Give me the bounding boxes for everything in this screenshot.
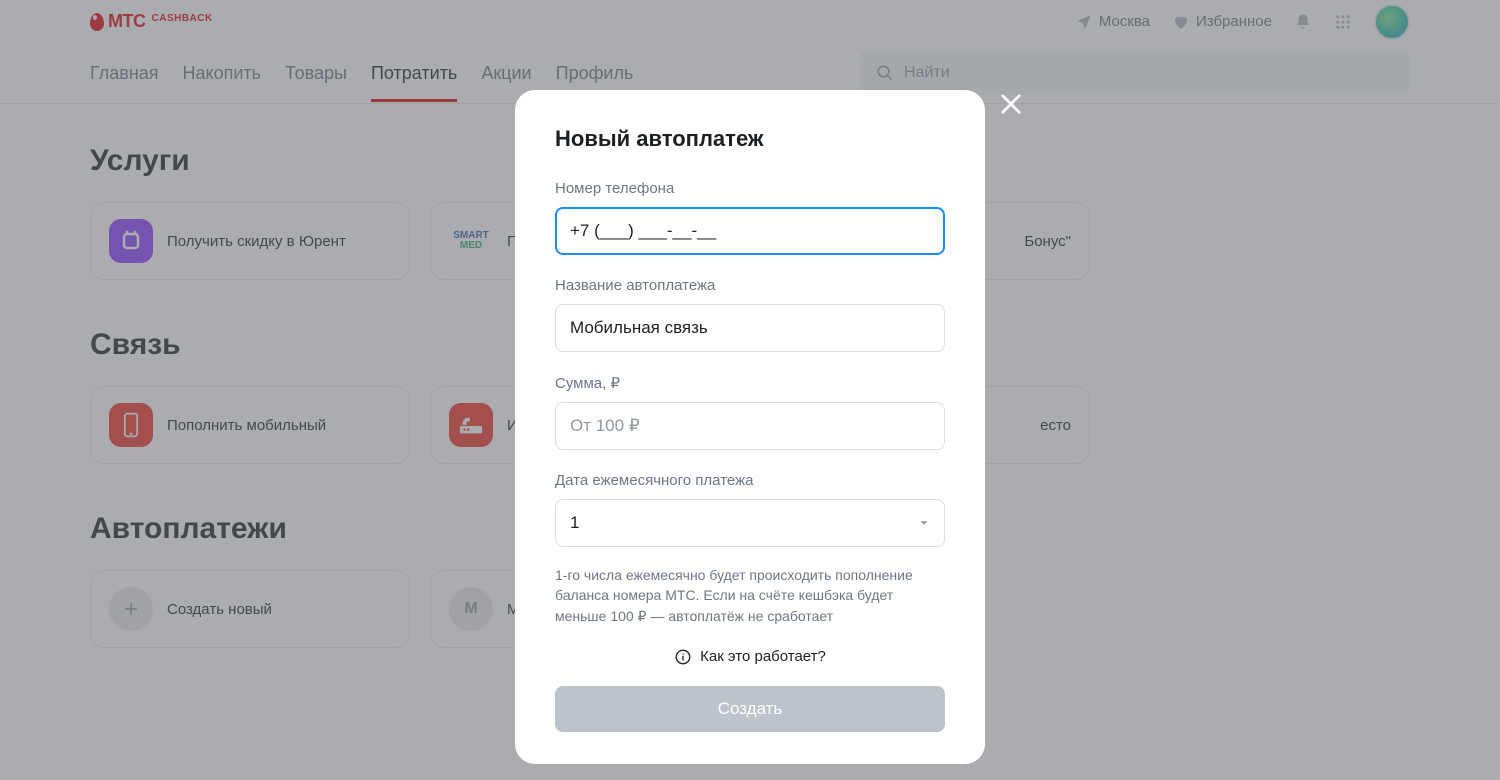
how-link-label: Как это работает? <box>700 648 826 665</box>
date-select[interactable] <box>555 499 945 547</box>
date-note: 1-го числа ежемесячно будет происходить … <box>555 565 945 626</box>
field-amount: Сумма, ₽ <box>555 374 945 450</box>
create-button[interactable]: Создать <box>555 686 945 732</box>
modal-title: Новый автоплатеж <box>555 126 945 152</box>
field-name: Название автоплатежа <box>555 277 945 352</box>
close-button[interactable] <box>997 90 1029 122</box>
how-it-works-link[interactable]: Как это работает? <box>555 648 945 666</box>
info-icon <box>674 648 692 666</box>
name-label: Название автоплатежа <box>555 277 945 294</box>
close-icon <box>997 90 1025 118</box>
date-label: Дата ежемесячного платежа <box>555 472 945 489</box>
amount-input[interactable] <box>555 402 945 450</box>
name-input[interactable] <box>555 304 945 352</box>
page: МТС CASHBACK Москва Избранное <box>0 0 1500 780</box>
phone-label: Номер телефона <box>555 180 945 197</box>
autopayment-modal: Новый автоплатеж Номер телефона Название… <box>515 90 985 764</box>
modal-overlay[interactable]: Новый автоплатеж Номер телефона Название… <box>0 0 1500 780</box>
amount-label: Сумма, ₽ <box>555 374 945 392</box>
phone-input[interactable] <box>555 207 945 255</box>
field-phone: Номер телефона <box>555 180 945 255</box>
field-date: Дата ежемесячного платежа <box>555 472 945 547</box>
date-select-wrap[interactable] <box>555 499 945 547</box>
